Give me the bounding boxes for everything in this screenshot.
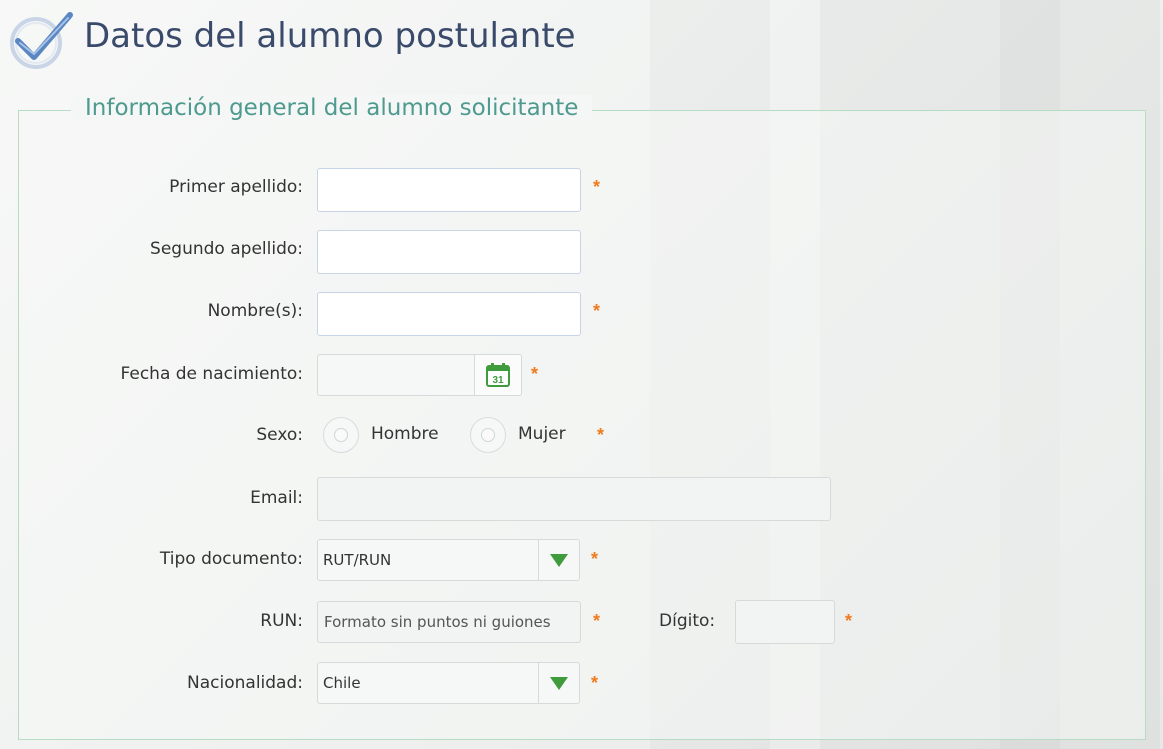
- digito-label: Dígito:: [659, 611, 716, 631]
- check-circle-icon: [10, 12, 73, 69]
- calendar-button[interactable]: 31: [474, 354, 522, 396]
- nombres-label: Nombre(s):: [207, 301, 303, 321]
- nacionalidad-value: Chile: [323, 674, 361, 692]
- page-title: Datos del alumno postulante: [84, 16, 576, 56]
- fecha-nacimiento-label: Fecha de nacimiento:: [120, 364, 303, 384]
- radio-mujer[interactable]: [470, 417, 506, 453]
- calendar-day: 31: [492, 375, 504, 386]
- calendar-icon: 31: [486, 363, 510, 387]
- fecha-nacimiento-input[interactable]: [317, 354, 475, 396]
- nacionalidad-select[interactable]: Chile: [317, 662, 580, 704]
- general-info-section: Información general del alumno solicitan…: [18, 95, 1146, 740]
- sexo-label: Sexo:: [256, 425, 303, 445]
- page-header: Datos del alumno postulante: [8, 8, 576, 69]
- required-mark: *: [597, 425, 605, 445]
- nacionalidad-label: Nacionalidad:: [187, 673, 303, 693]
- segundo-apellido-label: Segundo apellido:: [150, 239, 303, 259]
- nombres-input[interactable]: [317, 292, 581, 336]
- radio-hombre[interactable]: [323, 417, 359, 453]
- run-label: RUN:: [260, 611, 303, 631]
- dropdown-arrow-icon[interactable]: [538, 540, 579, 580]
- dropdown-arrow-icon[interactable]: [538, 663, 579, 703]
- tipo-documento-select[interactable]: RUT/RUN: [317, 539, 580, 581]
- primer-apellido-label: Primer apellido:: [169, 177, 303, 197]
- date-picker: 31: [317, 354, 522, 396]
- required-mark: *: [591, 673, 599, 693]
- required-mark: *: [531, 364, 539, 384]
- segundo-apellido-input[interactable]: [317, 230, 581, 274]
- radio-hombre-label: Hombre: [371, 424, 439, 444]
- required-mark: *: [845, 611, 853, 631]
- digito-input[interactable]: [735, 600, 835, 644]
- email-label: Email:: [250, 488, 303, 508]
- tipo-documento-label: Tipo documento:: [159, 549, 303, 569]
- section-title: Información general del alumno solicitan…: [71, 95, 593, 121]
- primer-apellido-input[interactable]: [317, 168, 581, 212]
- tipo-documento-value: RUT/RUN: [323, 551, 392, 569]
- required-mark: *: [593, 177, 601, 197]
- required-mark: *: [593, 611, 601, 631]
- email-input[interactable]: [317, 477, 831, 521]
- required-mark: *: [591, 549, 599, 569]
- required-mark: *: [593, 301, 601, 321]
- run-input[interactable]: [317, 601, 581, 643]
- radio-mujer-label: Mujer: [518, 424, 566, 444]
